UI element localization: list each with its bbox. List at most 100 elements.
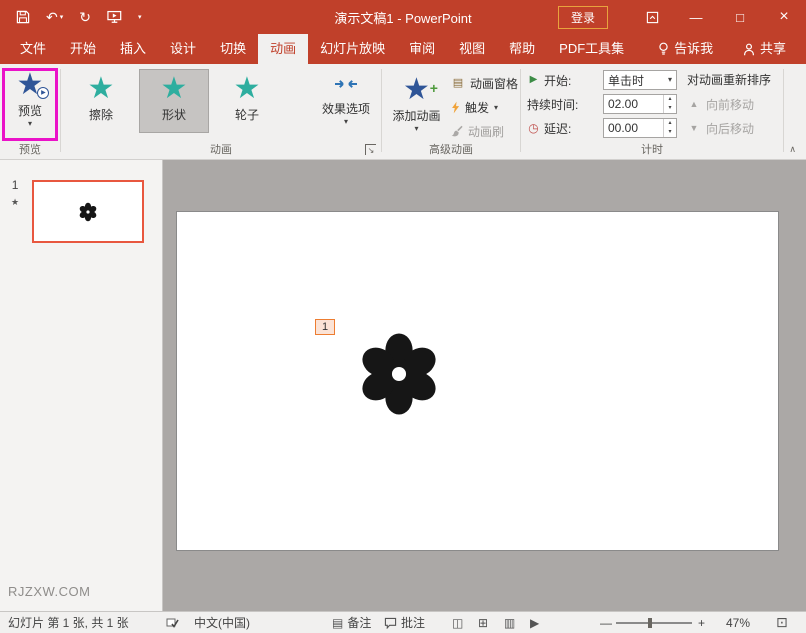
collapse-ribbon-button[interactable]: ∧ (789, 144, 796, 155)
view-slide-sorter-button[interactable]: ⊞ (478, 612, 488, 633)
tab-slide-show[interactable]: 幻灯片放映 (308, 34, 397, 64)
flower-thumbnail-icon (78, 202, 98, 222)
undo-button[interactable]: ↶ ▾ (46, 10, 63, 24)
star-icon: ★ (88, 72, 115, 106)
view-reading-button[interactable]: ▥ (504, 612, 515, 633)
preview-group: ★ ▶ 预览 ▾ 预览 (0, 64, 60, 159)
slide-number: 1 (12, 178, 19, 192)
animation-effect-wheel[interactable]: ★ 轮子 (212, 69, 282, 133)
delay-label: 延迟: (544, 120, 571, 137)
zoom-level[interactable]: 47% (726, 612, 750, 633)
zoom-thumb[interactable] (648, 618, 652, 628)
flower-shape[interactable] (355, 330, 443, 418)
tab-animations[interactable]: 动画 (258, 34, 308, 64)
start-value: 单击时 (604, 72, 664, 89)
animation-painter-button[interactable]: 动画刷 (451, 121, 518, 141)
group-label-timing: 计时 (521, 141, 783, 157)
watermark: RJZXW.COM (8, 584, 91, 599)
close-button[interactable]: × (762, 0, 806, 34)
advanced-animation-group: ★ + 添加动画 ▾ ▤ 动画窗格 触发 ▾ 动画刷 (382, 64, 520, 159)
fit-to-window-button[interactable]: ⊡ (776, 612, 788, 633)
redo-button[interactable]: ↻ (79, 10, 91, 24)
start-dropdown[interactable]: 单击时 ▾ (603, 70, 677, 90)
tab-file[interactable]: 文件 (8, 34, 58, 64)
zoom-track[interactable] (616, 622, 692, 624)
delay-value: 00.00 (604, 121, 663, 135)
tab-insert[interactable]: 插入 (108, 34, 158, 64)
ribbon-display-options-button[interactable] (630, 0, 674, 34)
effect-options-button[interactable]: 效果选项 ▾ (315, 69, 377, 126)
slide-thumbnail[interactable] (32, 180, 144, 243)
plus-icon: + (430, 72, 438, 104)
maximize-button[interactable]: □ (718, 0, 762, 34)
language-button[interactable]: 中文(中国) (194, 612, 250, 633)
preview-star-icon: ★ ▶ (17, 69, 44, 101)
chevron-down-icon: ▾ (494, 104, 498, 112)
view-slideshow-button[interactable]: ▶ (530, 612, 539, 633)
group-separator (783, 69, 784, 152)
tab-view[interactable]: 视图 (447, 34, 497, 64)
notes-icon: ▤ (332, 616, 343, 630)
animation-pane-button[interactable]: ▤ 动画窗格 (451, 73, 518, 93)
delay-input[interactable]: 00.00 ▴▾ (603, 118, 677, 138)
lightning-icon (451, 101, 460, 114)
move-later-button[interactable]: ▼ 向后移动 (687, 118, 771, 138)
animation-painter-label: 动画刷 (468, 123, 504, 140)
tab-design[interactable]: 设计 (158, 34, 208, 64)
trigger-button[interactable]: 触发 ▾ (451, 97, 518, 117)
tab-home[interactable]: 开始 (58, 34, 108, 64)
slide[interactable]: 1 (177, 212, 778, 550)
tab-review[interactable]: 审阅 (397, 34, 447, 64)
animation-number-badge[interactable]: 1 (315, 319, 335, 335)
spellcheck-button[interactable] (166, 612, 180, 633)
add-animation-button[interactable]: ★ + 添加动画 ▾ (388, 69, 445, 145)
animation-effect-wipe[interactable]: ★ 擦除 (66, 69, 136, 133)
login-button[interactable]: 登录 (558, 6, 608, 29)
tab-transitions[interactable]: 切换 (208, 34, 258, 64)
comments-label: 批注 (401, 614, 425, 631)
animation-effect-shape[interactable]: ★ 形状 (139, 69, 209, 133)
customize-qat-button[interactable]: ▾ (138, 14, 142, 21)
zoom-in-button[interactable]: + (698, 612, 705, 633)
delay-stepper[interactable]: ▴▾ (663, 119, 676, 137)
preview-button[interactable]: ★ ▶ 预览 ▾ (0, 64, 60, 140)
save-button[interactable] (16, 10, 30, 24)
slide-info[interactable]: 幻灯片 第 1 张, 共 1 张 (8, 612, 129, 633)
star-icon: ★ (161, 72, 188, 106)
view-normal-button[interactable]: ◫ (452, 612, 463, 633)
person-icon (743, 43, 755, 56)
workspace: 1 ★ RJZXW.COM 1 (0, 160, 806, 611)
ribbon-tab-bar: 文件 开始 插入 设计 切换 动画 幻灯片放映 审阅 视图 帮助 PDF工具集 … (0, 34, 806, 64)
comments-button[interactable]: 批注 (384, 612, 425, 633)
effect-label: 形状 (162, 106, 186, 123)
chevron-down-icon: ▾ (60, 14, 64, 21)
duration-value: 02.00 (604, 97, 663, 111)
trigger-label: 触发 (465, 99, 489, 116)
undo-icon: ↶ (46, 10, 58, 24)
ribbon-display-icon (646, 11, 659, 24)
star-icon: ★ (234, 72, 261, 106)
zoom-out-button[interactable]: — (600, 612, 612, 633)
slide-thumbnail-meta: 1 ★ (11, 178, 19, 208)
start-slideshow-button[interactable] (107, 10, 122, 24)
zoom-slider[interactable] (616, 612, 692, 633)
add-animation-star-icon: ★ + (403, 74, 430, 106)
duration-input[interactable]: 02.00 ▴▾ (603, 94, 677, 114)
move-later-icon: ▼ (687, 124, 701, 133)
notes-button[interactable]: ▤ 备注 (332, 612, 371, 633)
share-button[interactable]: 共享 (731, 34, 798, 64)
minimize-button[interactable]: — (674, 0, 718, 34)
preview-label: 预览 (18, 102, 42, 119)
pane-icon: ▤ (451, 78, 465, 89)
duration-stepper[interactable]: ▴▾ (663, 95, 676, 113)
effect-label: 轮子 (235, 106, 259, 123)
tab-tell-me[interactable]: 告诉我 (646, 34, 725, 64)
move-earlier-button[interactable]: ▲ 向前移动 (687, 94, 771, 114)
animation-indicator-star-icon[interactable]: ★ (11, 197, 19, 208)
tab-help[interactable]: 帮助 (497, 34, 547, 64)
move-earlier-label: 向前移动 (706, 96, 754, 113)
titlebar: ↶ ▾ ↻ ▾ 演示文稿1 - PowerPoint 登录 — □ × (0, 0, 806, 34)
timing-group: ▶ 开始: 单击时 ▾ 持续时间: 02.00 ▴▾ ◷ 延迟: (521, 64, 783, 159)
tab-pdf-tools[interactable]: PDF工具集 (547, 34, 636, 64)
chevron-down-icon: ▾ (28, 120, 32, 128)
